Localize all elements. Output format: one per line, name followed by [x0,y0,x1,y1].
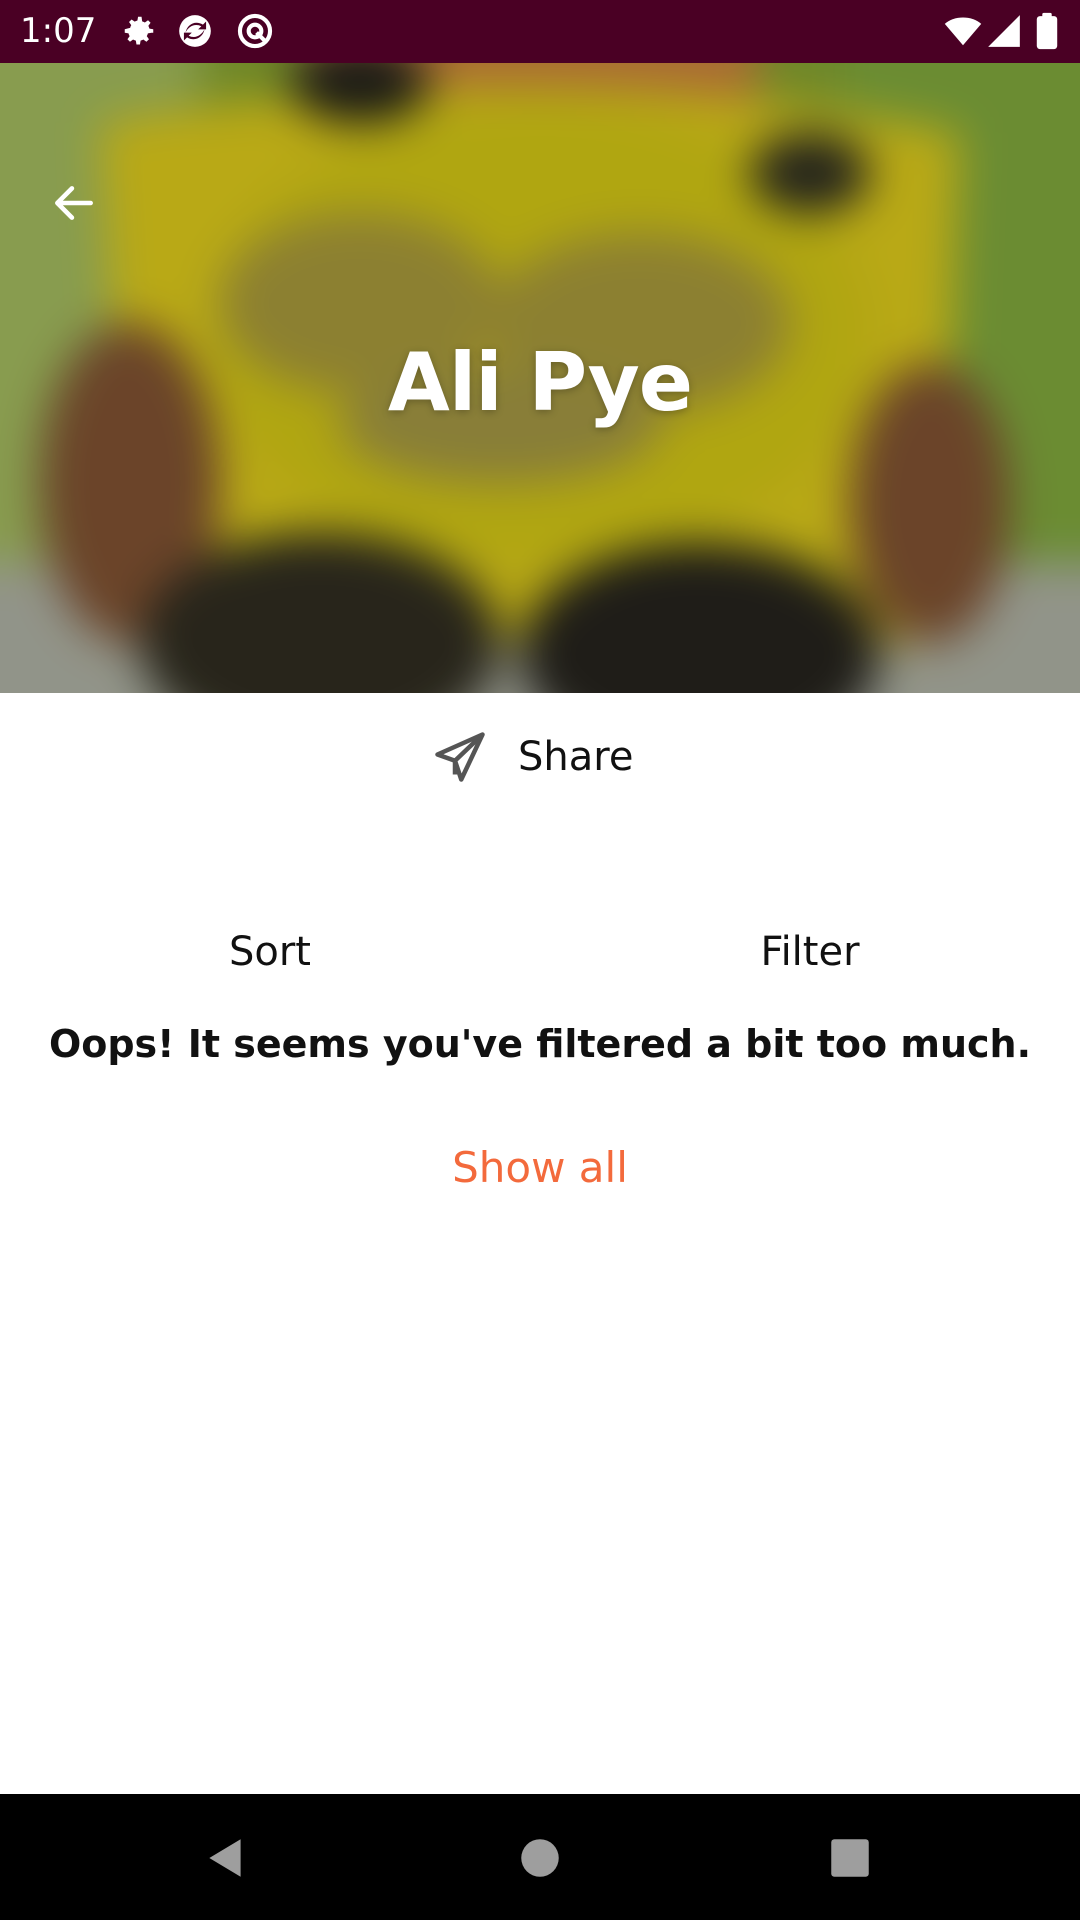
arrow-left-icon [55,186,93,220]
nav-recents-button[interactable] [812,1820,888,1896]
cellular-signal-icon [988,15,1020,47]
recents-square-icon [831,1839,869,1877]
sync-app-icon [179,15,211,47]
back-triangle-icon [209,1839,241,1877]
show-all-button[interactable]: Show all [390,1138,690,1198]
at-sign-app-icon [237,13,273,49]
nav-back-button[interactable] [188,1820,264,1896]
gear-icon [124,16,154,45]
profile-header: Ali Pye [0,63,1080,693]
page-title: Ali Pye [387,336,693,429]
home-circle-icon [521,1839,559,1877]
share-button[interactable]: Share [430,722,633,792]
share-label: Share [518,734,634,780]
status-time: 1:07 [20,11,97,51]
battery-icon [1036,12,1058,50]
navigation-bar [0,1794,1080,1920]
status-bar: 1:07 [0,0,1080,63]
sort-button[interactable]: Sort [0,920,540,984]
wifi-icon [944,17,982,46]
paper-plane-icon [435,732,485,782]
empty-state-message: Oops! It seems you've filtered a bit too… [48,1022,1032,1066]
back-button[interactable] [36,165,112,241]
filter-button[interactable]: Filter [540,920,1080,984]
nav-home-button[interactable] [502,1820,578,1896]
